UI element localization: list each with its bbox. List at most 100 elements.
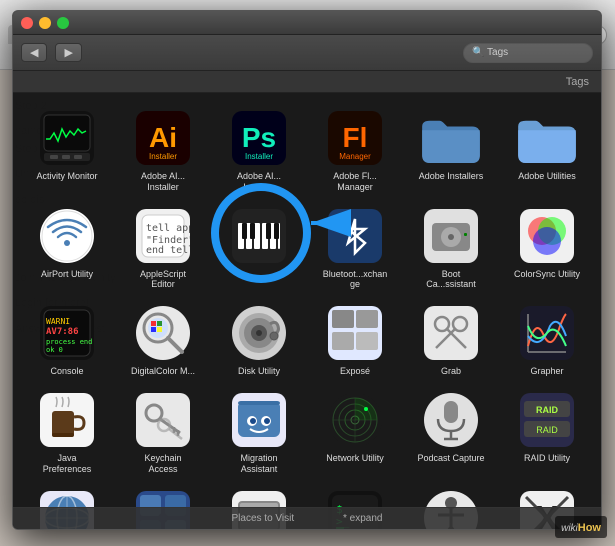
app-adobe-utilities[interactable]: Adobe Utilities [499, 101, 595, 199]
adobe-fl-icon: Fl Manager [326, 109, 384, 167]
applescript-editor-icon: tell app "Finder" end tell [134, 207, 192, 265]
digitalcolor-meter-label: DigitalColor M... [131, 366, 195, 377]
app-grapher[interactable]: Grapher [499, 296, 595, 383]
app-console[interactable]: WARNI AV7:86 process end ok 0 Console [19, 296, 115, 383]
colorsync-label: ColorSync Utility [514, 269, 580, 280]
minimize-button[interactable] [39, 17, 51, 29]
grapher-icon [518, 304, 576, 362]
app-disk-utility[interactable]: Disk Utility [211, 296, 307, 383]
console-icon: WARNI AV7:86 process end ok 0 [38, 304, 96, 362]
bluetooth-exchange-icon [326, 207, 384, 265]
app-bluetooth-exchange[interactable]: Bluetoot...xchange [307, 199, 403, 297]
grab-label: Grab [441, 366, 461, 377]
watermark-prefix: wiki [561, 523, 578, 534]
finder-titlebar [13, 11, 601, 35]
raid-utility-label: RAID Utility [524, 453, 570, 464]
expose-label: Exposé [340, 366, 370, 377]
app-network-utility[interactable]: Network Utility [307, 383, 403, 481]
grab-icon [422, 304, 480, 362]
boot-camp-label: Boot Ca...ssistant [417, 269, 485, 291]
applescript-editor-label: AppleScript Editor [129, 269, 197, 291]
java-prefs-icon [38, 391, 96, 449]
activity-monitor-icon [38, 109, 96, 167]
migration-assistant-label: Migration Assistant [225, 453, 293, 475]
svg-text:RAID: RAID [536, 405, 558, 415]
svg-text:Ps: Ps [242, 122, 276, 153]
app-boot-camp[interactable]: Boot Ca...ssistant [403, 199, 499, 297]
adobe-ai1-icon: Ai Installer [134, 109, 192, 167]
app-digitalcolor-meter[interactable]: DigitalColor M... [115, 296, 211, 383]
svg-text:Installer: Installer [245, 152, 273, 161]
java-prefs-label: Java Preferences [33, 453, 101, 475]
svg-text:tell app: tell app [146, 223, 190, 234]
tags-label: Tags [566, 76, 589, 88]
boot-camp-icon [422, 207, 480, 265]
svg-text:end tell: end tell [146, 245, 190, 256]
adobe-utilities-icon [518, 109, 576, 167]
digitalcolor-meter-icon [134, 304, 192, 362]
svg-text:Fl: Fl [343, 122, 368, 153]
app-applescript-editor[interactable]: tell app "Finder" end tell AppleScript E… [115, 199, 211, 297]
activity-monitor-label: Activity Monitor [36, 171, 97, 182]
app-java-prefs[interactable]: Java Preferences [19, 383, 115, 481]
expand-label: * expand [343, 513, 382, 524]
raid-utility-icon: RAID RAID [518, 391, 576, 449]
app-adobe-installers[interactable]: Adobe Installers [403, 101, 499, 199]
app-expose[interactable]: Exposé [307, 296, 403, 383]
search-bar[interactable]: 🔍 Tags [463, 43, 593, 63]
airport-utility-label: AirPort Utility [41, 269, 93, 280]
app-adobe-ai2[interactable]: Ps Installer Adobe AI... Installer [211, 101, 307, 199]
back-button[interactable]: ◀ [21, 43, 47, 62]
svg-text:Installer: Installer [149, 152, 177, 161]
airport-utility-icon [38, 207, 96, 265]
watermark-brand: How [578, 522, 601, 534]
column-header: Tags [13, 71, 601, 93]
keychain-access-icon [134, 391, 192, 449]
podcast-capture-label: Podcast Capture [417, 453, 484, 464]
search-placeholder: 🔍 Tags [472, 47, 508, 58]
svg-text:Ai: Ai [149, 122, 177, 153]
expose-icon [326, 304, 384, 362]
app-grab[interactable]: Grab [403, 296, 499, 383]
app-adobe-ai1[interactable]: Ai Installer Adobe AI... Installer [115, 101, 211, 199]
adobe-ai2-label: Adobe AI... Installer [225, 171, 293, 193]
disk-utility-icon [230, 304, 288, 362]
svg-text:WARNI: WARNI [46, 317, 70, 326]
network-utility-icon [326, 391, 384, 449]
adobe-utilities-label: Adobe Utilities [518, 171, 576, 182]
app-audio-midi[interactable] [211, 199, 307, 297]
forward-button[interactable]: ▶ [55, 43, 81, 62]
disk-utility-label: Disk Utility [238, 366, 280, 377]
places-label: Places to Visit [232, 513, 295, 524]
network-utility-label: Network Utility [326, 453, 384, 464]
close-button[interactable] [21, 17, 33, 29]
app-activity-monitor[interactable]: Activity Monitor [19, 101, 115, 199]
finder-main: ◀ ▶ 🔍 Tags Tags [13, 35, 601, 529]
app-migration-assistant[interactable]: Migration Assistant [211, 383, 307, 481]
adobe-ai2-icon: Ps Installer [230, 109, 288, 167]
app-keychain-access[interactable]: Keychain Access [115, 383, 211, 481]
app-colorsync[interactable]: ColorSync Utility [499, 199, 595, 297]
finder-toolbar: ◀ ▶ 🔍 Tags [13, 35, 601, 71]
finder-body: ◀ ▶ 🔍 Tags Tags [13, 35, 601, 529]
svg-text:AV7:86: AV7:86 [46, 327, 79, 337]
watermark: wikiHow [555, 516, 607, 538]
app-raid-utility[interactable]: RAID RAID RAID Utility [499, 383, 595, 481]
maximize-button[interactable] [57, 17, 69, 29]
bluetooth-exchange-label: Bluetoot...xchange [321, 269, 389, 291]
keychain-access-label: Keychain Access [129, 453, 197, 475]
svg-text:RAID: RAID [536, 425, 558, 435]
svg-text:process end: process end [46, 338, 92, 346]
app-adobe-fl[interactable]: Fl Manager Adobe Fl... Manager [307, 101, 403, 199]
colorsync-icon [518, 207, 576, 265]
svg-text:ok 0: ok 0 [46, 346, 63, 354]
audio-midi-icon [230, 207, 288, 265]
migration-assistant-icon [230, 391, 288, 449]
adobe-ai1-label: Adobe AI... Installer [129, 171, 197, 193]
finder-window: ◀ ▶ 🔍 Tags Tags [12, 10, 602, 530]
adobe-fl-label: Adobe Fl... Manager [321, 171, 389, 193]
adobe-installers-label: Adobe Installers [419, 171, 484, 182]
app-podcast-capture[interactable]: Podcast Capture [403, 383, 499, 481]
apps-grid: Activity Monitor Ai Installer Adobe AI..… [13, 93, 601, 529]
app-airport-utility[interactable]: AirPort Utility [19, 199, 115, 297]
